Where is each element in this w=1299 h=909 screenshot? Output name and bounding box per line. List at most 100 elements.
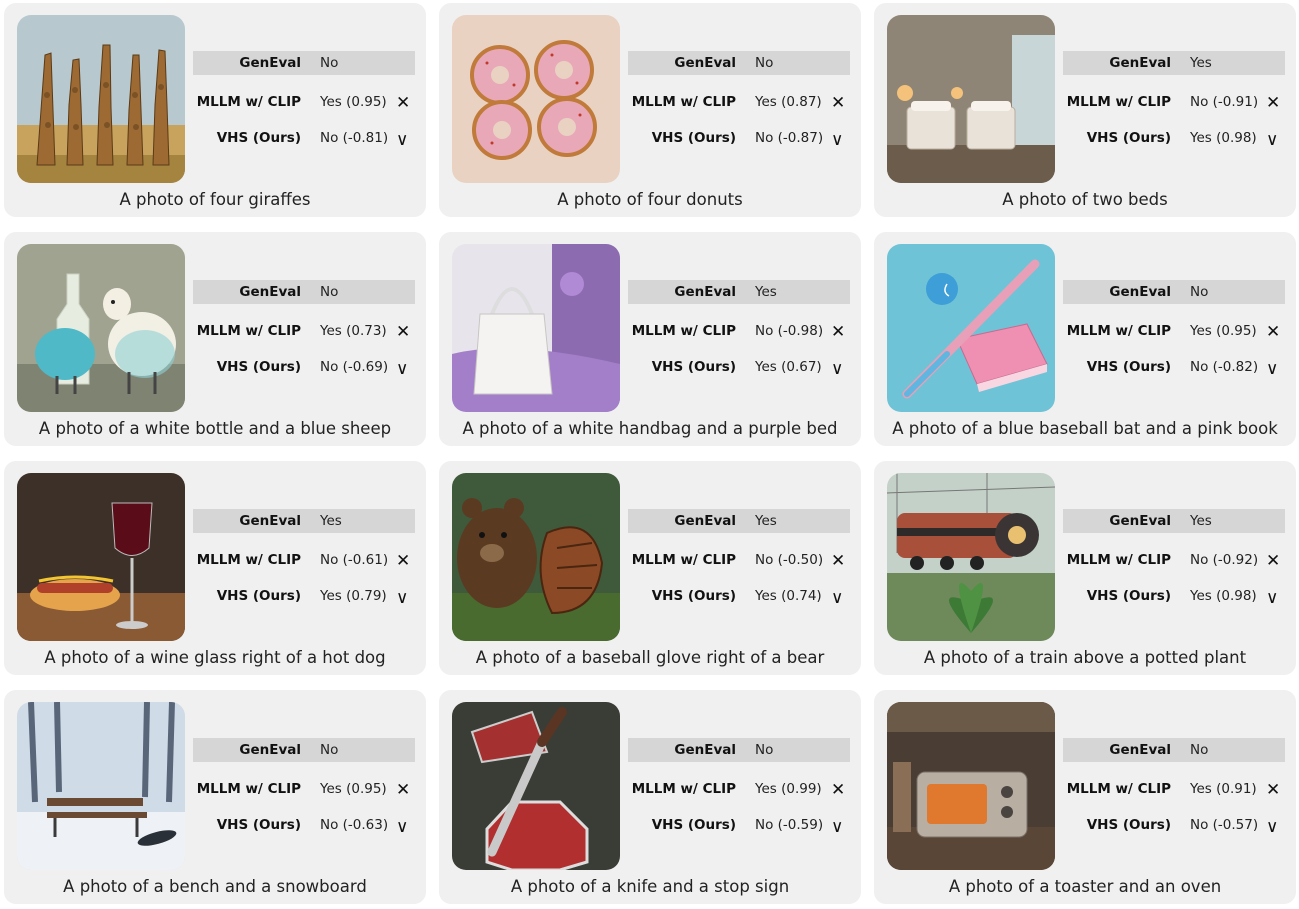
results-grid: GenEval No MLLM w/ CLIP Yes (0.95) ✕ VHS…: [4, 3, 1296, 905]
vhs-row: VHS (Ours) No (-0.57) ∨: [1063, 813, 1285, 837]
train-plant-image: [887, 473, 1055, 641]
vhs-row: VHS (Ours) No (-0.82) ∨: [1063, 355, 1285, 379]
mllm-row: MLLM w/ CLIP No (-0.98) ✕: [628, 319, 850, 343]
vhs-row: VHS (Ours) No (-0.69) ∨: [193, 355, 415, 379]
mllm-label: MLLM w/ CLIP: [196, 323, 301, 339]
donuts-image: [452, 15, 620, 183]
geneval-row: GenEval Yes: [1063, 509, 1285, 533]
result-card: GenEval Yes MLLM w/ CLIP No (-0.91) ✕ VH…: [874, 3, 1296, 217]
check-icon: ∨: [831, 130, 844, 150]
geneval-label: GenEval: [674, 513, 736, 529]
check-icon: ∨: [396, 817, 409, 837]
geneval-label: GenEval: [1109, 513, 1171, 529]
vhs-label: VHS (Ours): [216, 359, 301, 375]
caption: A photo of a white bottle and a blue she…: [38, 419, 392, 438]
cross-icon: ✕: [831, 780, 846, 800]
geneval-value: Yes: [1190, 513, 1212, 529]
cross-icon: ✕: [1266, 322, 1281, 342]
mllm-label: MLLM w/ CLIP: [196, 781, 301, 797]
mllm-label: MLLM w/ CLIP: [1066, 552, 1171, 568]
vhs-row: VHS (Ours) No (-0.81) ∨: [193, 126, 415, 150]
vhs-label: VHS (Ours): [651, 817, 736, 833]
vhs-label: VHS (Ours): [1086, 130, 1171, 146]
geneval-row: GenEval Yes: [1063, 51, 1285, 75]
result-card: GenEval Yes MLLM w/ CLIP No (-0.61) ✕ VH…: [4, 461, 426, 675]
geneval-value: Yes: [755, 513, 777, 529]
check-icon: ∨: [396, 359, 409, 379]
check-icon: ∨: [1266, 359, 1279, 379]
geneval-row: GenEval Yes: [628, 509, 850, 533]
vhs-label: VHS (Ours): [216, 588, 301, 604]
check-icon: ∨: [1266, 817, 1279, 837]
vhs-label: VHS (Ours): [1086, 817, 1171, 833]
cross-icon: ✕: [831, 322, 846, 342]
mllm-row: MLLM w/ CLIP Yes (0.95) ✕: [1063, 319, 1285, 343]
mllm-row: MLLM w/ CLIP Yes (0.91) ✕: [1063, 777, 1285, 801]
mllm-row: MLLM w/ CLIP No (-0.61) ✕: [193, 548, 415, 572]
caption: A photo of a white handbag and a purple …: [462, 419, 838, 438]
caption: A photo of a bench and a snowboard: [63, 877, 367, 896]
vhs-value: No (-0.59): [755, 817, 824, 833]
bat-book-image: [887, 244, 1055, 412]
caption: A photo of a wine glass right of a hot d…: [44, 648, 386, 667]
result-card: GenEval No MLLM w/ CLIP Yes (0.95) ✕ VHS…: [874, 232, 1296, 446]
check-icon: ∨: [831, 588, 844, 608]
geneval-label: GenEval: [239, 513, 301, 529]
vhs-value: No (-0.87): [755, 130, 824, 146]
mllm-value: Yes (0.95): [1190, 323, 1257, 339]
check-icon: ∨: [831, 359, 844, 379]
mllm-value: Yes (0.99): [755, 781, 822, 797]
cross-icon: ✕: [831, 551, 846, 571]
result-card: GenEval Yes MLLM w/ CLIP No (-0.50) ✕ VH…: [439, 461, 861, 675]
handbag-bed-image: [452, 244, 620, 412]
cross-icon: ✕: [396, 322, 411, 342]
beds-image: [887, 15, 1055, 183]
geneval-label: GenEval: [239, 742, 301, 758]
bench-snowboard-image: [17, 702, 185, 870]
caption: A photo of a baseball glove right of a b…: [475, 648, 825, 667]
geneval-label: GenEval: [674, 742, 736, 758]
vhs-label: VHS (Ours): [651, 359, 736, 375]
check-icon: ∨: [396, 130, 409, 150]
vhs-value: Yes (0.74): [755, 588, 822, 604]
vhs-row: VHS (Ours) No (-0.87) ∨: [628, 126, 850, 150]
vhs-value: Yes (0.79): [320, 588, 387, 604]
mllm-value: Yes (0.73): [320, 323, 387, 339]
mllm-row: MLLM w/ CLIP Yes (0.73) ✕: [193, 319, 415, 343]
geneval-row: GenEval No: [628, 51, 850, 75]
check-icon: ∨: [396, 588, 409, 608]
vhs-value: No (-0.82): [1190, 359, 1259, 375]
mllm-label: MLLM w/ CLIP: [631, 323, 736, 339]
caption: A photo of a toaster and an oven: [948, 877, 1222, 896]
mllm-value: No (-0.98): [755, 323, 824, 339]
vhs-label: VHS (Ours): [1086, 588, 1171, 604]
vhs-value: No (-0.57): [1190, 817, 1259, 833]
geneval-label: GenEval: [1109, 742, 1171, 758]
mllm-label: MLLM w/ CLIP: [631, 552, 736, 568]
geneval-value: No: [755, 55, 774, 71]
mllm-label: MLLM w/ CLIP: [1066, 94, 1171, 110]
geneval-row: GenEval Yes: [628, 280, 850, 304]
geneval-row: GenEval Yes: [193, 509, 415, 533]
geneval-label: GenEval: [239, 55, 301, 71]
mllm-label: MLLM w/ CLIP: [196, 552, 301, 568]
vhs-row: VHS (Ours) No (-0.59) ∨: [628, 813, 850, 837]
mllm-row: MLLM w/ CLIP Yes (0.87) ✕: [628, 90, 850, 114]
vhs-label: VHS (Ours): [651, 130, 736, 146]
vhs-label: VHS (Ours): [216, 130, 301, 146]
bottle-sheep-image: [17, 244, 185, 412]
mllm-row: MLLM w/ CLIP Yes (0.95) ✕: [193, 90, 415, 114]
check-icon: ∨: [831, 817, 844, 837]
mllm-label: MLLM w/ CLIP: [631, 781, 736, 797]
cross-icon: ✕: [1266, 93, 1281, 113]
geneval-row: GenEval No: [193, 51, 415, 75]
geneval-row: GenEval No: [628, 738, 850, 762]
mllm-row: MLLM w/ CLIP No (-0.50) ✕: [628, 548, 850, 572]
mllm-value: Yes (0.91): [1190, 781, 1257, 797]
mllm-label: MLLM w/ CLIP: [1066, 323, 1171, 339]
mllm-label: MLLM w/ CLIP: [196, 94, 301, 110]
geneval-value: No: [755, 742, 774, 758]
caption: A photo of two beds: [1002, 190, 1168, 209]
geneval-label: GenEval: [1109, 55, 1171, 71]
vhs-value: Yes (0.67): [755, 359, 822, 375]
